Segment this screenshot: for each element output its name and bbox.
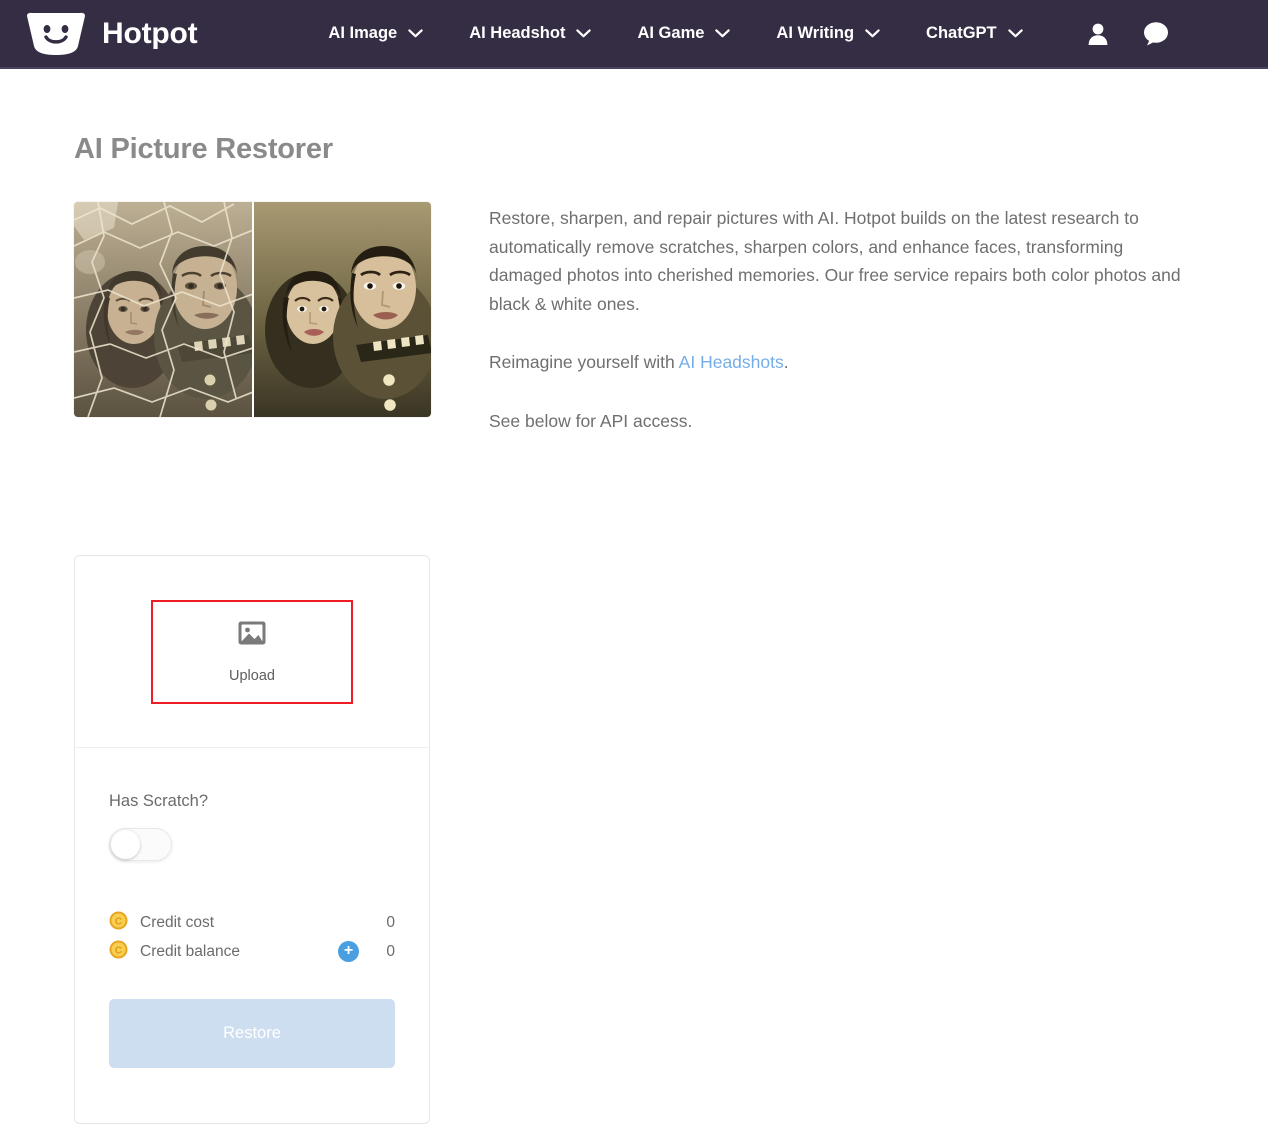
credit-coin-icon: C xyxy=(109,911,128,935)
credit-balance-row: C Credit balance + 0 xyxy=(109,937,395,966)
hero-section: Restore, sharpen, and repair pictures wi… xyxy=(74,202,1268,435)
chevron-down-icon xyxy=(715,29,731,38)
credit-cost-label: Credit cost xyxy=(140,913,215,931)
chat-bubble-icon[interactable] xyxy=(1142,20,1170,48)
hero-paragraph-2: Reimagine yourself with AI Headshots. xyxy=(489,348,1201,377)
hero-description: Restore, sharpen, and repair pictures wi… xyxy=(489,202,1201,435)
chevron-down-icon xyxy=(1007,29,1023,38)
page-content: AI Picture Restorer Restore, sharpen, an… xyxy=(0,69,1268,1124)
has-scratch-label: Has Scratch? xyxy=(109,792,209,810)
image-placeholder-icon xyxy=(237,620,267,651)
chevron-down-icon xyxy=(576,29,592,38)
nav-item-ai-image[interactable]: AI Image xyxy=(305,16,446,51)
account-icon[interactable] xyxy=(1084,20,1112,48)
upload-section: Upload xyxy=(75,556,429,748)
credit-cost-value: 0 xyxy=(386,913,395,931)
chevron-down-icon xyxy=(408,29,423,38)
hero-paragraph-2-suffix: . xyxy=(783,352,789,372)
nav-item-chatgpt[interactable]: ChatGPT xyxy=(903,16,1046,51)
nav-item-ai-writing[interactable]: AI Writing xyxy=(753,16,903,51)
nav-icon-group xyxy=(1084,20,1170,48)
nav-item-ai-game[interactable]: AI Game xyxy=(614,16,753,51)
upload-label: Upload xyxy=(229,667,275,684)
toggle-knob xyxy=(111,830,140,859)
credit-balance-value: 0 xyxy=(386,942,395,960)
ai-headshots-link[interactable]: AI Headshots xyxy=(679,352,784,372)
restorer-tool-card: Upload Has Scratch? C Credit cost 0 C Cr… xyxy=(74,555,430,1124)
svg-text:C: C xyxy=(115,916,122,927)
nav-links: AI Image AI Headshot AI Game AI Writing xyxy=(305,16,1045,51)
nav-item-label: AI Headshot xyxy=(469,24,566,42)
has-scratch-toggle[interactable] xyxy=(109,828,172,861)
brand-logo-link[interactable]: Hotpot xyxy=(24,12,198,56)
credit-cost-row: C Credit cost 0 xyxy=(109,908,395,937)
add-credits-button[interactable]: + xyxy=(338,941,359,962)
hero-paragraph-2-prefix: Reimagine yourself with xyxy=(489,352,679,372)
hotpot-smiling-pot-logo-icon xyxy=(24,12,88,56)
restore-button[interactable]: Restore xyxy=(109,999,395,1068)
credit-coin-icon: C xyxy=(109,940,128,964)
chevron-down-icon xyxy=(865,29,880,38)
before-after-example-image xyxy=(74,202,431,417)
nav-item-ai-headshot[interactable]: AI Headshot xyxy=(446,16,614,51)
page-title: AI Picture Restorer xyxy=(74,133,333,165)
credit-balance-label: Credit balance xyxy=(140,942,240,960)
brand-name: Hotpot xyxy=(102,16,198,50)
top-navigation-bar: Hotpot AI Image AI Headshot AI Game AI W… xyxy=(0,0,1268,69)
upload-dropzone[interactable]: Upload xyxy=(151,599,353,704)
nav-item-label: AI Game xyxy=(637,24,705,42)
nav-item-label: AI Image xyxy=(328,24,398,42)
svg-text:C: C xyxy=(115,945,122,956)
hero-paragraph-3: See below for API access. xyxy=(489,410,693,431)
settings-section: Has Scratch? xyxy=(75,748,429,861)
nav-item-label: AI Writing xyxy=(776,24,855,42)
credits-section: C Credit cost 0 C Credit balance + 0 xyxy=(75,908,429,966)
hero-paragraph-1: Restore, sharpen, and repair pictures wi… xyxy=(489,208,1181,314)
nav-item-label: ChatGPT xyxy=(926,24,997,42)
